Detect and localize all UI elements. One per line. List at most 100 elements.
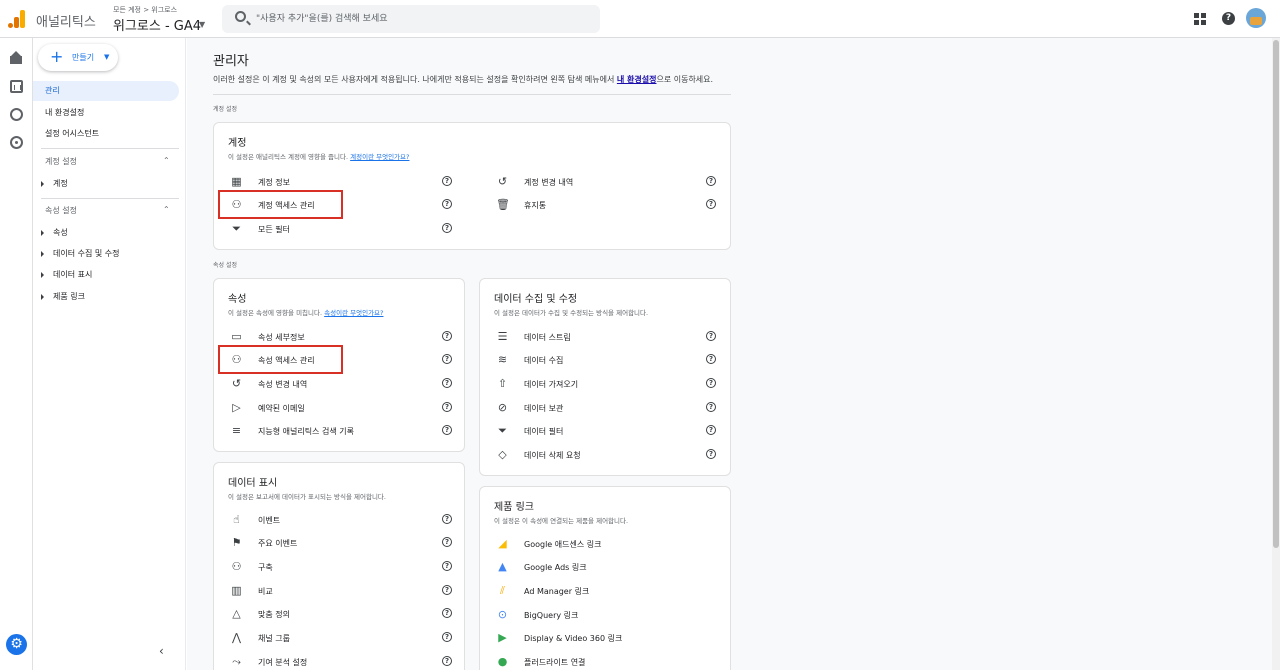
audiences-row[interactable]: ⚇ 구축? xyxy=(230,559,452,575)
channel-groups-row[interactable]: ⋀ 채널 그룹? xyxy=(230,630,452,646)
help-icon[interactable]: ? xyxy=(1222,12,1235,25)
scheduled-email-row[interactable]: ▷ 예약된 이메일? xyxy=(230,400,452,416)
help-circle-icon[interactable]: ? xyxy=(442,514,452,524)
data-retention-row[interactable]: ⊘ 데이터 보관? xyxy=(496,400,718,416)
section-account-settings[interactable]: 계정 설정 xyxy=(45,156,173,167)
help-circle-icon[interactable]: ? xyxy=(706,378,716,388)
google-ads-icon: ▲ xyxy=(498,560,507,573)
reports-icon[interactable] xyxy=(10,80,23,93)
search-icon xyxy=(235,11,246,22)
caret-down-icon: ▼ xyxy=(104,53,110,61)
what-is-property-link[interactable]: 속성이란 무엇인가요? xyxy=(324,309,383,317)
help-circle-icon[interactable]: ? xyxy=(442,608,452,618)
property-history-row[interactable]: ↺ 속성 변경 내역? xyxy=(230,376,452,392)
data-stream-row[interactable]: ☰ 데이터 스트림? xyxy=(496,329,718,345)
comparisons-row[interactable]: ▥ 비교? xyxy=(230,583,452,599)
data-deletion-row[interactable]: ◇ 데이터 삭제 요청? xyxy=(496,447,718,463)
data-collection-row[interactable]: ≋ 데이터 수집? xyxy=(496,352,718,368)
custom-definitions-row[interactable]: △ 맞춤 정의? xyxy=(230,606,452,622)
create-button[interactable]: + 만들기 ▼ xyxy=(38,44,118,71)
search-history-row[interactable]: ≡ 지능형 애널리틱스 검색 기록? xyxy=(230,423,452,439)
help-circle-icon[interactable]: ? xyxy=(442,425,452,435)
account-info-row[interactable]: ▦ 계정 정보? xyxy=(230,174,452,190)
help-circle-icon[interactable]: ? xyxy=(706,199,716,209)
help-circle-icon[interactable]: ? xyxy=(442,656,452,666)
divider xyxy=(213,94,731,95)
trash-row[interactable]: 🗑 휴지통? xyxy=(496,197,718,213)
data-import-row[interactable]: ⇧ 데이터 가져오기? xyxy=(496,376,718,392)
help-circle-icon[interactable]: ? xyxy=(442,537,452,547)
search-bar[interactable] xyxy=(222,5,600,33)
help-circle-icon[interactable]: ? xyxy=(442,199,452,209)
help-circle-icon[interactable]: ? xyxy=(706,176,716,186)
chevron-up-icon[interactable]: ⌃ xyxy=(163,205,173,214)
sidebar-item-setup-assistant[interactable]: 설정 어시스턴트 xyxy=(33,124,179,144)
analytics-logo-icon[interactable] xyxy=(8,10,26,28)
explore-icon[interactable] xyxy=(10,108,23,121)
sidebar-sub-account[interactable]: 계정 xyxy=(41,178,68,189)
help-circle-icon[interactable]: ? xyxy=(442,632,452,642)
chevron-up-icon[interactable]: ⌃ xyxy=(163,156,173,165)
avatar[interactable] xyxy=(1246,8,1266,28)
page-description: 이러한 설정은 이 계정 및 속성의 모든 사용자에게 적용됩니다. 나에게만 … xyxy=(213,75,714,84)
home-icon[interactable] xyxy=(10,51,23,64)
sidebar-sub-data-display[interactable]: 데이터 표시 xyxy=(41,269,92,280)
breadcrumb[interactable]: 모든 계정 > 위그로스 xyxy=(113,5,177,15)
account-history-row[interactable]: ↺ 계정 변경 내역? xyxy=(496,174,718,190)
sidebar-item-admin[interactable]: 관리 xyxy=(33,81,179,101)
ad-manager-link-row[interactable]: ⫽ Ad Manager 링크 xyxy=(496,583,718,599)
help-circle-icon[interactable]: ? xyxy=(442,354,452,364)
caret-down-icon[interactable]: ▼ xyxy=(199,20,205,29)
data-filter-row[interactable]: ⏷ 데이터 필터? xyxy=(496,423,718,439)
advertising-icon[interactable] xyxy=(10,136,23,149)
divider xyxy=(41,198,179,199)
help-circle-icon[interactable]: ? xyxy=(706,425,716,435)
help-circle-icon[interactable]: ? xyxy=(442,402,452,412)
collapse-sidebar-icon[interactable]: ‹ xyxy=(159,644,164,658)
property-details-row[interactable]: ▭ 속성 세부정보? xyxy=(230,329,452,345)
card-description: 이 설정은 애널리틱스 계정에 영향을 줍니다. 계정이란 무엇인가요? xyxy=(228,153,410,161)
help-circle-icon[interactable]: ? xyxy=(706,331,716,341)
section-property-settings[interactable]: 속성 설정 xyxy=(45,205,173,216)
admin-gear-icon[interactable]: ⚙ xyxy=(6,634,27,655)
what-is-account-link[interactable]: 계정이란 무엇인가요? xyxy=(350,153,409,161)
property-settings-label: 속성 설정 xyxy=(213,262,237,269)
database-icon: ≋ xyxy=(497,353,508,366)
key-events-row[interactable]: ⚑ 주요 이벤트? xyxy=(230,535,452,551)
search-input[interactable] xyxy=(256,11,586,27)
attribution-row[interactable]: ⤳ 기여 분석 설정? xyxy=(230,654,452,670)
app-name[interactable]: 애널리틱스 xyxy=(36,11,96,30)
floodlight-link-row[interactable]: ● 플러드라이트 연결 xyxy=(496,654,718,670)
scrollbar[interactable] xyxy=(1272,38,1280,670)
sidebar-item-my-preferences[interactable]: 내 환경설정 xyxy=(33,103,179,123)
card-description: 이 설정은 속성에 영향을 미칩니다. 속성이란 무엇인가요? xyxy=(228,309,384,317)
account-settings-label: 계정 설정 xyxy=(213,106,237,113)
sidebar-sub-data-collection[interactable]: 데이터 수집 및 수정 xyxy=(41,248,120,259)
retention-icon: ⊘ xyxy=(497,401,508,414)
eraser-icon: ◇ xyxy=(498,448,507,461)
sidebar-sub-product-links[interactable]: 제품 링크 xyxy=(41,291,85,302)
search-history-icon: ≡ xyxy=(231,424,242,437)
help-circle-icon[interactable]: ? xyxy=(442,561,452,571)
help-circle-icon[interactable]: ? xyxy=(442,331,452,341)
help-circle-icon[interactable]: ? xyxy=(442,378,452,388)
scheduled-email-icon: ▷ xyxy=(232,401,241,414)
audience-icon: ⚇ xyxy=(231,560,242,573)
help-circle-icon[interactable]: ? xyxy=(706,354,716,364)
events-row[interactable]: ☝ 이벤트? xyxy=(230,512,452,528)
property-selector[interactable]: 위그로스 - GA4 xyxy=(113,15,201,34)
apps-grid-icon[interactable] xyxy=(1194,13,1206,25)
help-circle-icon[interactable]: ? xyxy=(706,449,716,459)
sidebar-sub-property[interactable]: 속성 xyxy=(41,227,68,238)
adsense-link-row[interactable]: ◢ Google 애드센스 링크 xyxy=(496,536,718,552)
help-circle-icon[interactable]: ? xyxy=(442,585,452,595)
all-filters-row[interactable]: ⏷ 모든 필터? xyxy=(230,221,452,237)
help-circle-icon[interactable]: ? xyxy=(442,176,452,186)
touch-icon: ☝ xyxy=(233,513,240,526)
help-circle-icon[interactable]: ? xyxy=(442,223,452,233)
help-circle-icon[interactable]: ? xyxy=(706,402,716,412)
dv360-link-row[interactable]: ▶ Display & Video 360 링크 xyxy=(496,630,718,646)
google-ads-link-row[interactable]: ▲ Google Ads 링크 xyxy=(496,559,718,575)
bigquery-link-row[interactable]: ⊙ BigQuery 링크 xyxy=(496,607,718,623)
my-preferences-link[interactable]: 내 환경설정 xyxy=(617,75,657,84)
